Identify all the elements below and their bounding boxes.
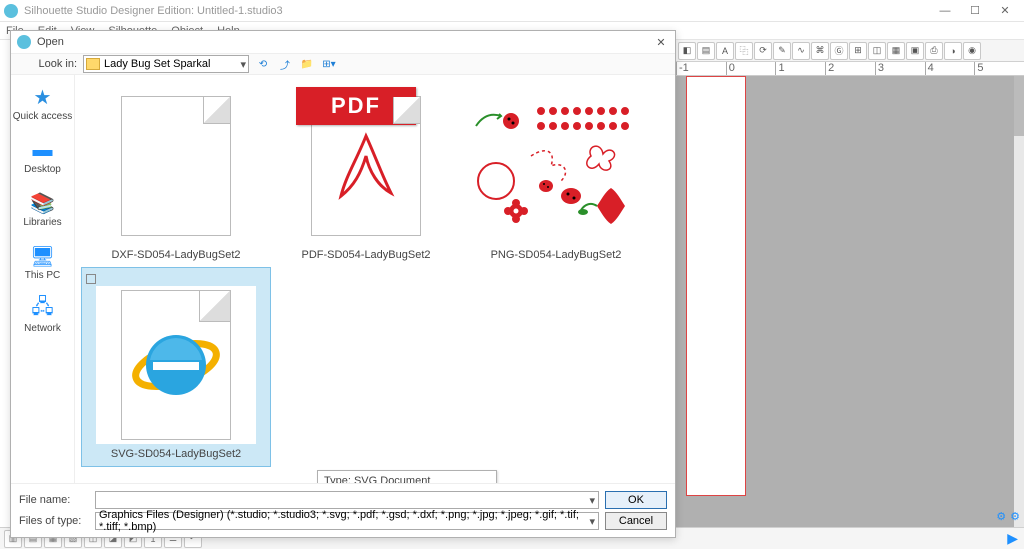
files-of-type-label: Files of type: — [19, 515, 89, 527]
place-libraries[interactable]: 📚 Libraries — [23, 191, 61, 228]
tool-button[interactable]: ⎙ — [925, 42, 943, 60]
svg-page-icon — [121, 290, 231, 440]
selection-checkbox[interactable] — [86, 274, 96, 284]
place-quick-access[interactable]: ★ Quick access — [13, 85, 72, 122]
tool-button[interactable]: ◑ — [944, 42, 962, 60]
file-list-area[interactable]: DXF-SD054-LadyBugSet2 PDF PDF-SD054-Lady… — [75, 75, 675, 483]
tool-button[interactable]: ✎ — [773, 42, 791, 60]
design-canvas[interactable] — [676, 76, 1014, 527]
tool-button[interactable]: ◧ — [678, 42, 696, 60]
maximize-button[interactable]: ☐ — [960, 4, 990, 17]
right-toolbar: ◧ ▤ A ⿻ ⟳ ✎ ∿ ⌘ Ⓖ ⊞ ◫ ▦ ▣ ⎙ ◑ ◉ — [676, 40, 1024, 62]
place-desktop[interactable]: ▬ Desktop — [24, 138, 61, 175]
places-sidebar: ★ Quick access ▬ Desktop 📚 Libraries 🖥 T… — [11, 75, 75, 483]
tool-button[interactable]: ▦ — [887, 42, 905, 60]
minimize-button[interactable]: — — [930, 5, 960, 17]
file-name-label: DXF-SD054-LadyBugSet2 — [111, 249, 240, 261]
file-item-dxf[interactable]: DXF-SD054-LadyBugSet2 — [81, 81, 271, 267]
up-one-level-button[interactable]: ⤴ — [277, 56, 293, 72]
tool-button[interactable]: ▣ — [906, 42, 924, 60]
tool-button[interactable]: ⊞ — [849, 42, 867, 60]
titlebar: Silhouette Studio Designer Edition: Unti… — [0, 0, 1024, 22]
settings-icon[interactable]: ⚙ — [996, 510, 1006, 523]
window-title: Silhouette Studio Designer Edition: Unti… — [24, 5, 930, 17]
file-name-input[interactable]: ▾ — [95, 491, 599, 509]
tool-button[interactable]: ▤ — [697, 42, 715, 60]
canvas-page — [686, 76, 746, 496]
dialog-app-icon — [17, 35, 31, 49]
play-icon[interactable]: ▶ — [1007, 530, 1018, 547]
tool-button[interactable]: ◫ — [868, 42, 886, 60]
settings-icon[interactable]: ⚙ — [1010, 510, 1020, 523]
chevron-down-icon: ▾ — [589, 515, 595, 528]
file-tooltip: Type: SVG Document Size: 198 KB Date mod… — [317, 470, 497, 483]
look-in-value: Lady Bug Set Sparkal — [104, 58, 240, 70]
pc-icon: 🖥 — [29, 244, 57, 268]
files-of-type-combo[interactable]: Graphics Files (Designer) (*.studio; *.s… — [95, 512, 599, 530]
tool-button[interactable]: Ⓖ — [830, 42, 848, 60]
star-icon: ★ — [29, 85, 57, 109]
window-close-button[interactable]: ✕ — [990, 4, 1020, 17]
chevron-down-icon: ▾ — [240, 58, 246, 71]
tool-button[interactable]: ⌘ — [811, 42, 829, 60]
network-icon: 🖧 — [29, 297, 57, 321]
place-network[interactable]: 🖧 Network — [24, 297, 61, 334]
desktop-icon: ▬ — [29, 138, 57, 162]
tool-button[interactable]: ◉ — [963, 42, 981, 60]
app-logo-icon — [4, 4, 18, 18]
file-name-label: File name: — [19, 494, 89, 506]
new-folder-button[interactable]: 📁 — [299, 56, 315, 72]
folder-icon — [86, 58, 100, 70]
tool-button[interactable]: ⿻ — [735, 42, 753, 60]
ok-button[interactable]: OK — [605, 491, 667, 509]
file-item-svg[interactable]: SVG-SD054-LadyBugSet2 — [81, 267, 271, 467]
place-this-pc[interactable]: 🖥 This PC — [25, 244, 61, 281]
right-corner-buttons: ⚙ ⚙ — [996, 510, 1020, 523]
acrobat-swoosh-icon — [336, 131, 396, 201]
view-menu-button[interactable]: ⊞▾ — [321, 56, 337, 72]
pdf-page-icon: PDF — [311, 96, 421, 236]
open-file-dialog: Open ✕ Look in: Lady Bug Set Sparkal ▾ ⟲… — [10, 30, 676, 538]
look-in-label: Look in: — [17, 58, 77, 70]
dialog-title: Open — [37, 36, 653, 48]
chevron-down-icon: ▾ — [589, 494, 595, 507]
back-button[interactable]: ⟲ — [255, 56, 271, 72]
file-item-pdf[interactable]: PDF PDF-SD054-LadyBugSet2 — [271, 81, 461, 267]
libraries-icon: 📚 — [28, 191, 56, 215]
cancel-button[interactable]: Cancel — [605, 512, 667, 530]
file-item-png[interactable]: PNG-SD054-LadyBugSet2 — [461, 81, 651, 267]
tool-button[interactable]: ⟳ — [754, 42, 772, 60]
tool-button[interactable]: A — [716, 42, 734, 60]
file-name-label: SVG-SD054-LadyBugSet2 — [111, 448, 241, 460]
look-in-combo[interactable]: Lady Bug Set Sparkal ▾ — [83, 55, 249, 73]
file-name-label: PDF-SD054-LadyBugSet2 — [301, 249, 430, 261]
ie-logo-icon — [131, 320, 221, 410]
horizontal-ruler: -1 0 1 2 3 4 5 — [676, 62, 1024, 76]
file-name-label: PNG-SD054-LadyBugSet2 — [491, 249, 622, 261]
dialog-close-button[interactable]: ✕ — [653, 36, 669, 49]
png-preview — [471, 96, 641, 236]
vertical-scrollbar[interactable] — [1014, 76, 1024, 527]
tool-button[interactable]: ∿ — [792, 42, 810, 60]
pdf-badge: PDF — [296, 87, 416, 125]
blank-page-icon — [121, 96, 231, 236]
